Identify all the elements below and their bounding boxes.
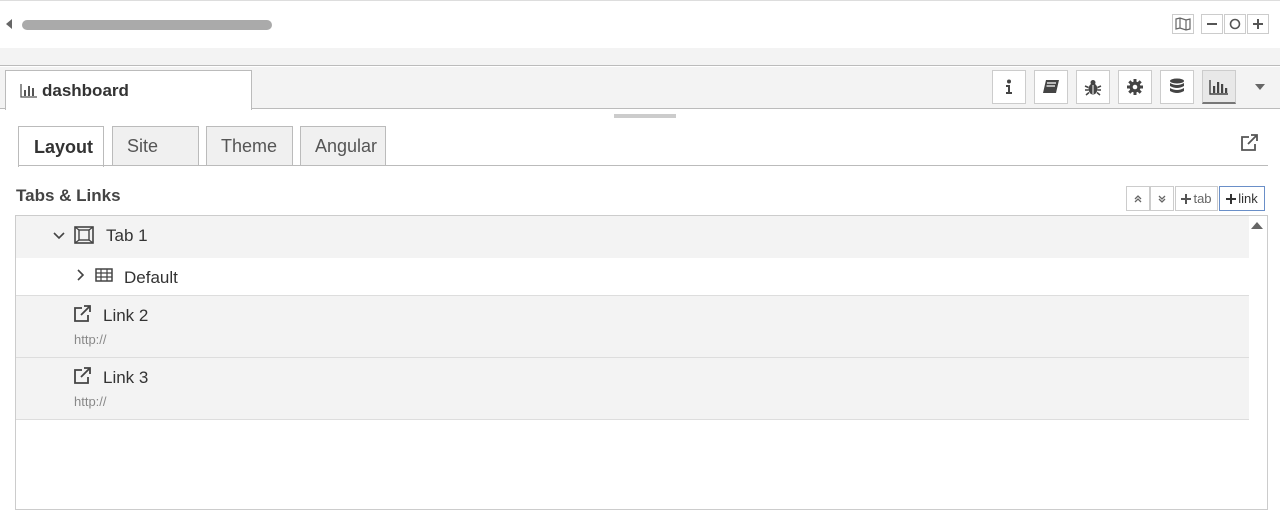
external-link-icon (73, 305, 93, 323)
link-url: http:// (74, 332, 107, 347)
tab-label: Site (127, 136, 159, 156)
tabs-links-tree: Tab 1 Default Link 2 http:// Link 3 http… (15, 215, 1268, 510)
tree-row-tab[interactable]: Tab 1 (16, 216, 1249, 258)
add-tab-button[interactable]: tab (1175, 186, 1218, 211)
dashboard-button[interactable] (1202, 70, 1236, 104)
map-icon (1175, 17, 1191, 31)
tab-theme[interactable]: Theme (206, 126, 293, 166)
help-book-button[interactable] (1034, 70, 1068, 104)
plus-icon (1226, 193, 1237, 204)
add-link-button[interactable]: link (1219, 186, 1265, 211)
zoom-reset-button[interactable] (1224, 14, 1246, 34)
external-link-icon (1240, 134, 1262, 152)
tree-row-link[interactable]: Link 3 http:// (16, 358, 1249, 420)
horizontal-scroll-thumb[interactable] (22, 20, 272, 30)
zoom-in-button[interactable] (1247, 14, 1269, 34)
tabs-divider (18, 165, 1268, 166)
settings-button[interactable] (1118, 70, 1152, 104)
sidebar-tab-dashboard[interactable]: dashboard (5, 70, 252, 110)
tree-item-label: Link 3 (103, 368, 149, 387)
collapse-all-button[interactable] (1126, 186, 1150, 211)
zoom-out-button[interactable] (1201, 14, 1223, 34)
caret-down-icon (1254, 83, 1266, 91)
scroll-up-arrow-icon[interactable] (1251, 222, 1263, 229)
chevron-right-icon[interactable] (76, 269, 86, 281)
book-icon (1042, 79, 1060, 95)
tab-frame-icon (74, 226, 94, 244)
add-link-label: link (1238, 191, 1258, 206)
double-chevron-down-icon (1157, 194, 1167, 204)
tree-row-group[interactable]: Default (16, 258, 1249, 296)
section-title: Tabs & Links (16, 186, 121, 205)
database-icon (1169, 78, 1185, 96)
context-data-button[interactable] (1160, 70, 1194, 104)
tab-label: Theme (221, 136, 278, 156)
plus-icon (1252, 18, 1264, 30)
debug-button[interactable] (1076, 70, 1110, 104)
workspace-scrollbar-area (0, 0, 1280, 48)
tab-layout[interactable]: Layout (18, 126, 104, 167)
circle-icon (1229, 18, 1241, 30)
sidebar-tabbar: dashboard (0, 67, 1280, 110)
tree-item-label: Tab 1 (106, 226, 148, 245)
add-tab-label: tab (1193, 191, 1212, 206)
minus-icon (1206, 18, 1218, 30)
sidebar-menu-button[interactable] (1250, 79, 1270, 95)
tab-angular[interactable]: Angular (300, 126, 386, 166)
open-dashboard-button[interactable] (1240, 134, 1262, 154)
bar-chart-icon (20, 83, 38, 98)
chevron-down-icon[interactable] (53, 231, 65, 241)
scroll-left-arrow-icon[interactable] (6, 19, 12, 29)
navigator-button[interactable] (1172, 14, 1194, 34)
tree-item-label: Default (124, 268, 178, 287)
sidebar-tab-label: dashboard (42, 80, 129, 100)
link-url: http:// (74, 394, 107, 409)
bar-chart-icon (1209, 79, 1229, 95)
gear-icon (1126, 78, 1144, 96)
external-link-icon (73, 367, 93, 385)
sidebar-resize-handle[interactable] (614, 114, 676, 118)
tab-label: Angular (315, 136, 378, 156)
tree-row-link[interactable]: Link 2 http:// (16, 296, 1249, 358)
tree-item-label: Link 2 (103, 306, 149, 325)
plus-icon (1181, 193, 1192, 204)
info-icon (1005, 79, 1013, 95)
tab-label: Layout (34, 136, 94, 157)
expand-all-button[interactable] (1150, 186, 1174, 211)
table-icon (95, 268, 113, 282)
tab-site[interactable]: Site (112, 126, 199, 166)
double-chevron-up-icon (1133, 194, 1143, 204)
workspace-footer (0, 0, 1280, 66)
info-button[interactable] (992, 70, 1026, 104)
bug-icon (1084, 78, 1102, 96)
